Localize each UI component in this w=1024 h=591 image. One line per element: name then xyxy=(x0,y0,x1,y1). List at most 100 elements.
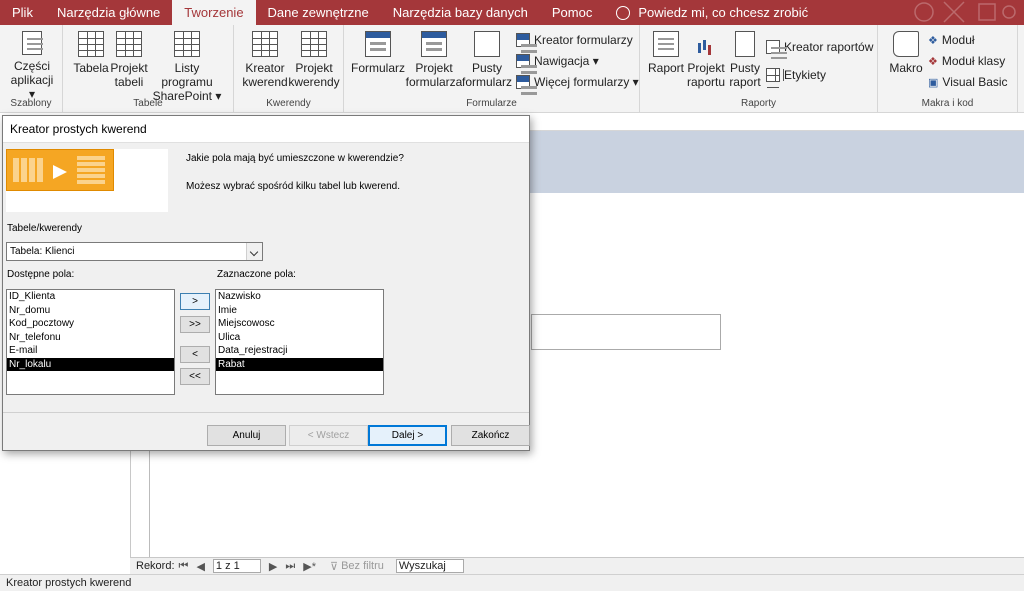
list-item[interactable]: Miejscowosc xyxy=(216,317,383,331)
cancel-button[interactable]: Anuluj xyxy=(207,425,286,446)
makro-label: Makro xyxy=(889,61,923,75)
next-record-icon[interactable]: ▶ xyxy=(265,560,281,573)
projekt-kwerendy-line2: kwerendy xyxy=(288,75,340,89)
form-field[interactable] xyxy=(531,314,721,350)
modul-button[interactable]: ❖ Moduł xyxy=(928,33,975,47)
more-forms-icon xyxy=(516,75,537,89)
tab-tworzenie[interactable]: Tworzenie xyxy=(172,0,256,25)
report-wizard-icon xyxy=(766,40,787,54)
filter-toggle[interactable]: ⊽ Bez filtru xyxy=(330,560,384,573)
list-item[interactable]: Rabat xyxy=(216,357,383,371)
visual-basic-label: Visual Basic xyxy=(942,75,1008,89)
kreator-raportow-button[interactable]: Kreator raportów xyxy=(766,40,873,54)
pusty-raport-line2: raport xyxy=(729,75,761,89)
makro-button[interactable]: Makro xyxy=(886,31,926,75)
tables-select-value: Tabela: Klienci xyxy=(10,246,75,257)
list-item[interactable]: Nr_telefonu xyxy=(7,331,174,345)
projekt-kwerendy-button[interactable]: Projekt kwerendy xyxy=(288,31,340,89)
class-module-icon: ❖ xyxy=(928,55,938,68)
pusty-formularz-button[interactable]: Pusty formularz xyxy=(462,31,512,89)
tab-narzedzia-bazy-danych[interactable]: Narzędzia bazy danych xyxy=(381,0,540,25)
tabela-button[interactable]: Tabela xyxy=(73,31,109,75)
finish-button[interactable]: Zakończ xyxy=(451,425,530,446)
labels-icon xyxy=(766,68,780,82)
last-record-icon[interactable]: ⏭ xyxy=(281,560,299,573)
sharepoint-list-icon xyxy=(174,31,200,57)
selected-fields-list[interactable]: Nazwisko Imie Miejscowosc Ulica Data_rejestr… xyxy=(215,289,384,395)
projekt-tabeli-button[interactable]: Projekt tabeli xyxy=(110,31,148,89)
search-input[interactable]: Wyszukaj xyxy=(395,559,464,573)
record-position-field[interactable]: 1 z 1 xyxy=(212,559,261,573)
list-item[interactable]: Data_rejestracji xyxy=(216,344,383,358)
czesci-aplikacji-button[interactable]: Części aplikacji ▾ xyxy=(10,31,54,101)
list-item[interactable]: E-mail xyxy=(7,344,174,358)
remove-field-button[interactable]: < xyxy=(180,346,210,363)
list-item[interactable]: ID_Klienta xyxy=(7,290,174,304)
nawigacja-button[interactable]: Nawigacja ▾ xyxy=(516,54,599,68)
available-fields-list[interactable]: ID_Klienta Nr_domu Kod_pocztowy Nr_telefonu… xyxy=(6,289,175,395)
tell-me-text: Powiedz mi, co chcesz zrobić xyxy=(638,5,809,20)
list-item[interactable]: Nr_domu xyxy=(7,304,174,318)
group-raporty: Raport Projekt raportu Pusty raport Krea… xyxy=(640,25,878,113)
kreator-kwerend-button[interactable]: Kreator kwerend xyxy=(242,31,288,89)
report-icon xyxy=(653,31,679,57)
lightbulb-icon xyxy=(616,5,631,20)
form-design-icon xyxy=(421,31,447,57)
list-item[interactable]: Kod_pocztowy xyxy=(7,317,174,331)
etykiety-button[interactable]: Etykiety xyxy=(766,68,826,82)
projekt-raportu-line1: Projekt xyxy=(687,61,725,75)
nawigacja-label: Nawigacja ▾ xyxy=(534,54,599,68)
wizard-graphic xyxy=(6,149,114,191)
pusty-raport-line1: Pusty xyxy=(729,61,760,75)
wiecej-formularzy-button[interactable]: Więcej formularzy ▾ xyxy=(516,75,639,89)
add-field-button[interactable]: > xyxy=(180,293,210,310)
projekt-raportu-button[interactable]: Projekt raportu xyxy=(686,31,726,89)
new-record-icon[interactable]: ▶* xyxy=(299,560,320,573)
group-label-tabele: Tabele xyxy=(133,98,163,109)
group-label-szablony: Szablony xyxy=(10,98,52,109)
projekt-tabeli-line1: Projekt xyxy=(110,61,148,75)
raport-button[interactable]: Raport xyxy=(648,31,684,75)
kreator-formularzy-button[interactable]: Kreator formularzy xyxy=(516,33,633,47)
formularz-button[interactable]: Formularz xyxy=(351,31,405,75)
modul-klasy-button[interactable]: ❖ Moduł klasy xyxy=(928,54,1005,68)
wizard-hint: Możesz wybrać spośród kilku tabel lub kw… xyxy=(186,181,400,192)
remove-all-fields-button[interactable]: << xyxy=(180,368,210,385)
list-item[interactable]: Nazwisko xyxy=(216,290,383,304)
next-button[interactable]: Dalej > xyxy=(368,425,447,446)
modul-klasy-label: Moduł klasy xyxy=(941,54,1006,68)
add-all-fields-button[interactable]: >> xyxy=(180,316,210,333)
tab-pomoc[interactable]: Pomoc xyxy=(540,0,604,25)
tab-plik[interactable]: Plik xyxy=(0,0,45,25)
back-button[interactable]: < Wstecz xyxy=(289,425,368,446)
tab-dane-zewnetrzne[interactable]: Dane zewnętrzne xyxy=(256,0,381,25)
previous-record-icon[interactable]: ◀ xyxy=(192,560,208,573)
application-parts-icon xyxy=(22,31,43,55)
list-item[interactable]: Nr_lokalu xyxy=(7,357,174,371)
form-icon xyxy=(365,31,391,57)
status-bar: Kreator prostych kwerend xyxy=(0,574,1024,591)
group-tabele: Tabela Projekt tabeli Listy programu Sha… xyxy=(63,25,234,113)
first-record-icon[interactable]: ⏮ xyxy=(175,560,193,573)
chevron-down-icon[interactable] xyxy=(246,243,262,260)
navigation-icon xyxy=(516,54,537,68)
projekt-formularza-line2: formularza xyxy=(405,75,463,89)
table-design-icon xyxy=(116,31,142,57)
tab-narzedzia-glowne[interactable]: Narzędzia główne xyxy=(45,0,172,25)
listy-sharepoint-button[interactable]: Listy programu SharePoint ▾ xyxy=(149,31,225,103)
pusty-raport-button[interactable]: Pusty raport xyxy=(728,31,762,89)
tables-select[interactable]: Tabela: Klienci xyxy=(6,242,263,261)
projekt-formularza-button[interactable]: Projekt formularza xyxy=(406,31,462,89)
wizard-question: Jakie pola mają być umieszczone w kweren… xyxy=(186,153,404,164)
projekt-kwerendy-line1: Projekt xyxy=(295,61,333,75)
arrow-icon xyxy=(53,165,67,179)
record-navigation-bar: Rekord: ⏮ ◀ 1 z 1 ▶ ⏭ ▶* ⊽ Bez filtru Wy… xyxy=(130,557,1024,574)
group-formularze: Formularz Projekt formularza Pusty formu… xyxy=(344,25,640,113)
projekt-raportu-line2: raportu xyxy=(686,75,726,89)
tell-me-box[interactable]: Powiedz mi, co chcesz zrobić xyxy=(604,0,820,25)
list-item[interactable]: Ulica xyxy=(216,331,383,345)
list-item[interactable]: Imie xyxy=(216,304,383,318)
pusty-formularz-line2: formularz xyxy=(462,75,513,89)
projekt-formularza-line1: Projekt xyxy=(415,61,453,75)
visual-basic-button[interactable]: ▣ Visual Basic xyxy=(928,75,1008,89)
